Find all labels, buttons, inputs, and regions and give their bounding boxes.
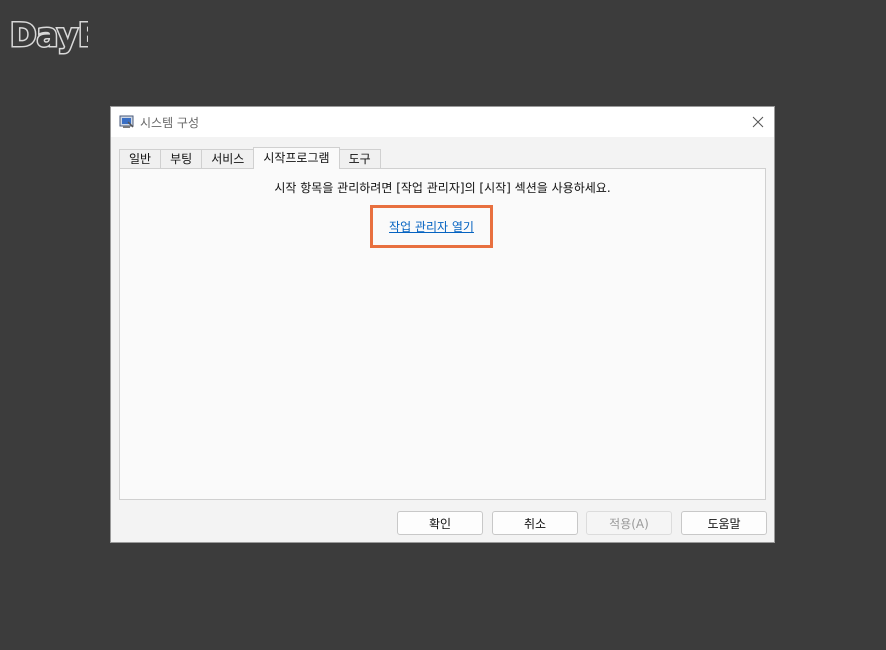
ok-button[interactable]: 확인 <box>397 511 483 535</box>
tab-bar: 일반 부팅 서비스 시작프로그램 도구 <box>119 147 381 169</box>
tab-services[interactable]: 서비스 <box>201 149 255 169</box>
tab-tools[interactable]: 도구 <box>338 149 381 169</box>
open-task-manager-link[interactable]: 작업 관리자 열기 <box>389 218 474 235</box>
highlight-box: 작업 관리자 열기 <box>370 205 493 248</box>
svg-text:DayB: DayB <box>10 16 88 54</box>
dayb-logo: DayB <box>8 8 104 58</box>
tab-boot[interactable]: 부팅 <box>160 149 203 169</box>
apply-button[interactable]: 적용(A) <box>586 511 672 535</box>
system-config-dialog: 시스템 구성 일반 부팅 서비스 시작프로그램 도구 시작 항목을 관리하려면 … <box>110 106 775 543</box>
startup-panel: 시작 항목을 관리하려면 [작업 관리자]의 [시작] 섹션을 사용하세요. 작… <box>119 168 766 500</box>
cancel-button[interactable]: 취소 <box>492 511 578 535</box>
close-icon <box>752 113 764 132</box>
tab-startup[interactable]: 시작프로그램 <box>253 147 340 169</box>
window-title: 시스템 구성 <box>140 116 200 130</box>
startup-description: 시작 항목을 관리하려면 [작업 관리자]의 [시작] 섹션을 사용하세요. <box>274 181 611 195</box>
close-button[interactable] <box>748 112 768 132</box>
tab-general[interactable]: 일반 <box>119 149 162 169</box>
help-button[interactable]: 도움말 <box>681 511 767 535</box>
title-bar: 시스템 구성 <box>111 107 774 137</box>
msconfig-icon <box>119 114 135 130</box>
